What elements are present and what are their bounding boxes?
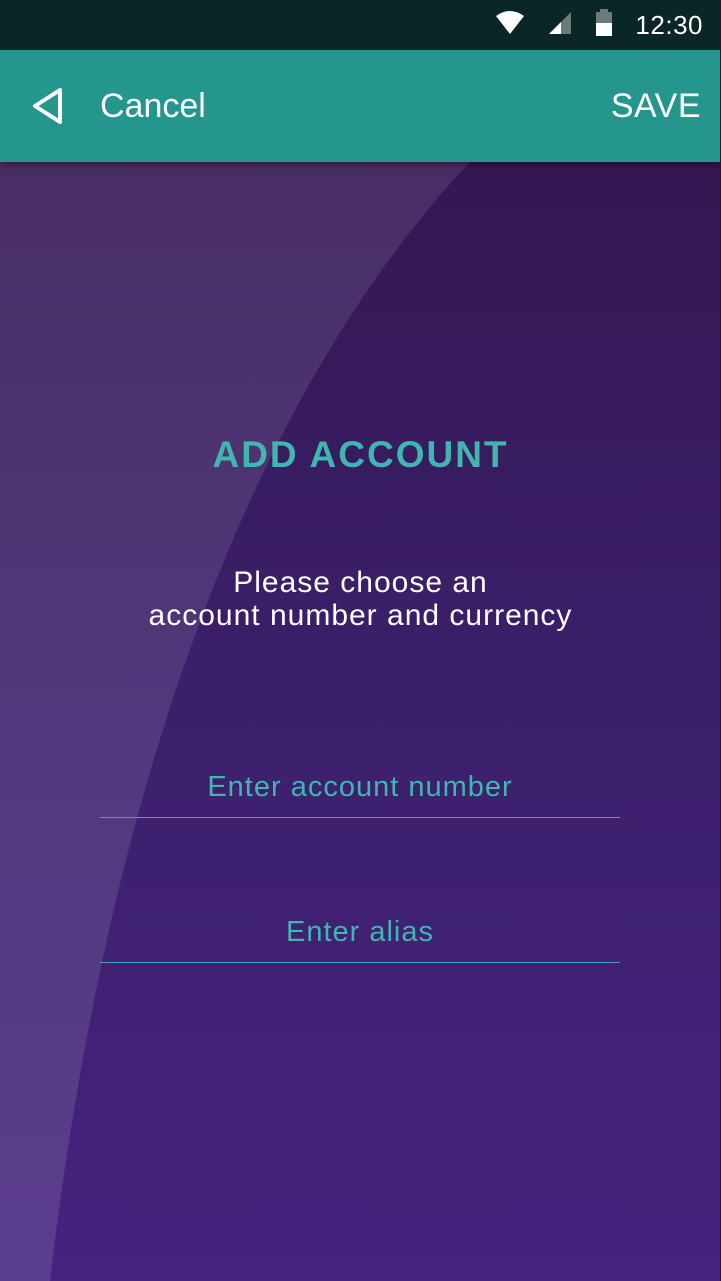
instructions-line-2: account number and currency bbox=[148, 599, 573, 632]
instructions-text: Please choose an account number and curr… bbox=[0, 566, 721, 632]
background-arc-decoration bbox=[0, 162, 470, 1281]
status-time: 12:30 bbox=[635, 9, 703, 40]
page-title: ADD ACCOUNT bbox=[212, 434, 509, 475]
wifi-icon bbox=[495, 10, 525, 41]
alias-input[interactable] bbox=[100, 902, 620, 962]
battery-icon bbox=[595, 8, 613, 42]
alias-field[interactable] bbox=[100, 902, 620, 963]
save-button[interactable]: SAVE bbox=[611, 68, 701, 144]
instructions-line-1: Please choose an bbox=[233, 566, 488, 599]
app-bar: Cancel SAVE bbox=[0, 50, 721, 162]
account-number-input[interactable] bbox=[100, 757, 620, 817]
status-bar: 12:30 bbox=[0, 0, 721, 50]
add-account-screen: 12:30 Cancel SAVE ADD ACCOUNT Please cho… bbox=[0, 0, 721, 1281]
back-triangle-icon[interactable] bbox=[16, 68, 80, 144]
form-content: ADD ACCOUNT Please choose an account num… bbox=[0, 162, 721, 1281]
cancel-button[interactable]: Cancel bbox=[16, 68, 206, 144]
account-number-field[interactable] bbox=[100, 757, 620, 818]
cellular-signal-icon bbox=[547, 10, 573, 41]
cancel-label[interactable]: Cancel bbox=[100, 87, 206, 126]
